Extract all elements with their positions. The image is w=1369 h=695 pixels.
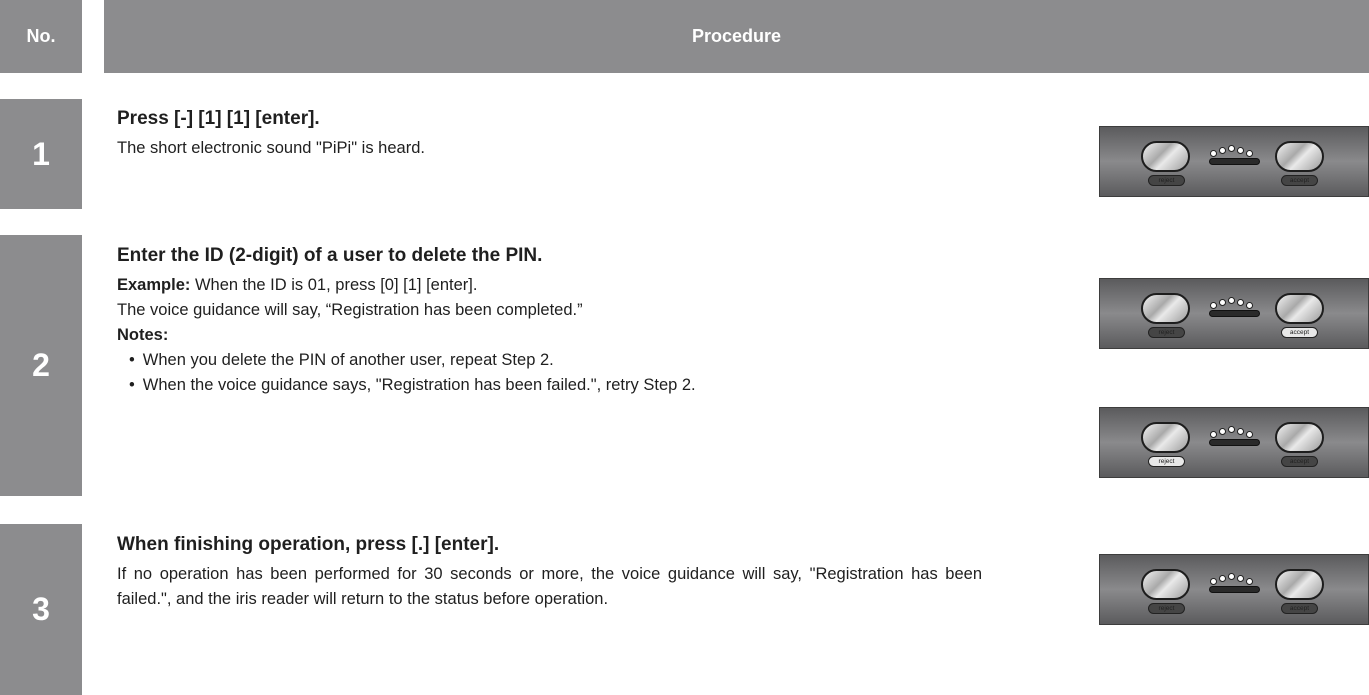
note-item: When you delete the PIN of another user,… xyxy=(129,348,1017,373)
reader-slot xyxy=(1209,310,1260,317)
accept-button-graphic xyxy=(1275,569,1324,600)
accept-button-graphic xyxy=(1275,293,1324,324)
accept-label: accept xyxy=(1281,603,1318,614)
column-header-procedure: Procedure xyxy=(104,0,1369,73)
accept-label: accept xyxy=(1281,327,1318,338)
led-indicators xyxy=(1210,425,1262,438)
led-icon xyxy=(1228,573,1235,580)
step-2-content: Enter the ID (2-digit) of a user to dele… xyxy=(117,245,1017,398)
example-text: When the ID is 01, press [0] [1] [enter]… xyxy=(190,276,478,294)
reject-label: reject xyxy=(1148,327,1185,338)
led-icon xyxy=(1237,575,1244,582)
step-3-text: If no operation has been performed for 3… xyxy=(117,565,982,608)
led-icon xyxy=(1228,426,1235,433)
reader-panel-step-1: reject accept xyxy=(1099,126,1369,197)
led-icon xyxy=(1210,578,1217,585)
notes-label: Notes: xyxy=(117,326,169,344)
led-icon xyxy=(1219,575,1226,582)
step-3-title: When finishing operation, press [.] [ent… xyxy=(117,534,500,555)
reader-panel-step-3: reject accept xyxy=(1099,554,1369,625)
reader-panel-step-2-success: reject accept xyxy=(1099,278,1369,349)
step-number-1: 1 xyxy=(0,99,82,209)
step-1-content: Press [-] [1] [1] [enter]. The short ele… xyxy=(117,108,1017,161)
reject-button-graphic xyxy=(1141,141,1190,172)
led-indicators xyxy=(1210,296,1262,309)
led-icon xyxy=(1246,578,1253,585)
step-number-3: 3 xyxy=(0,524,82,695)
reader-panel-step-2-failure: reject accept xyxy=(1099,407,1369,478)
reject-label: reject xyxy=(1148,175,1185,186)
example-label: Example: xyxy=(117,276,191,294)
led-icon xyxy=(1210,150,1217,157)
step-2-title: Enter the ID (2-digit) of a user to dele… xyxy=(117,245,543,266)
accept-button-graphic xyxy=(1275,422,1324,453)
led-icon xyxy=(1246,431,1253,438)
accept-button-graphic xyxy=(1275,141,1324,172)
led-icon xyxy=(1210,302,1217,309)
led-icon xyxy=(1237,299,1244,306)
step-1-title: Press [-] [1] [1] [enter]. xyxy=(117,108,320,129)
note-item: When the voice guidance says, "Registrat… xyxy=(129,373,1017,398)
led-icon xyxy=(1246,150,1253,157)
led-indicators xyxy=(1210,144,1262,157)
step-2-example: Example: When the ID is 01, press [0] [1… xyxy=(117,273,1017,298)
reject-button-graphic xyxy=(1141,293,1190,324)
step-3-content: When finishing operation, press [.] [ent… xyxy=(117,534,1017,612)
column-header-no: No. xyxy=(0,0,82,73)
led-icon xyxy=(1246,302,1253,309)
led-icon xyxy=(1228,145,1235,152)
led-icon xyxy=(1237,428,1244,435)
reject-label: reject xyxy=(1148,603,1185,614)
reader-slot xyxy=(1209,439,1260,446)
led-icon xyxy=(1219,428,1226,435)
led-indicators xyxy=(1210,572,1262,585)
accept-label: accept xyxy=(1281,175,1318,186)
reject-button-graphic xyxy=(1141,422,1190,453)
led-icon xyxy=(1210,431,1217,438)
reader-slot xyxy=(1209,586,1260,593)
reader-slot xyxy=(1209,158,1260,165)
step-2-text: The voice guidance will say, “Registrati… xyxy=(117,301,583,319)
led-icon xyxy=(1228,297,1235,304)
notes-list: When you delete the PIN of another user,… xyxy=(117,348,1017,398)
step-1-text: The short electronic sound "PiPi" is hea… xyxy=(117,139,425,157)
led-icon xyxy=(1237,147,1244,154)
reject-button-graphic xyxy=(1141,569,1190,600)
accept-label: accept xyxy=(1281,456,1318,467)
led-icon xyxy=(1219,147,1226,154)
reject-label: reject xyxy=(1148,456,1185,467)
led-icon xyxy=(1219,299,1226,306)
step-number-2: 2 xyxy=(0,235,82,496)
